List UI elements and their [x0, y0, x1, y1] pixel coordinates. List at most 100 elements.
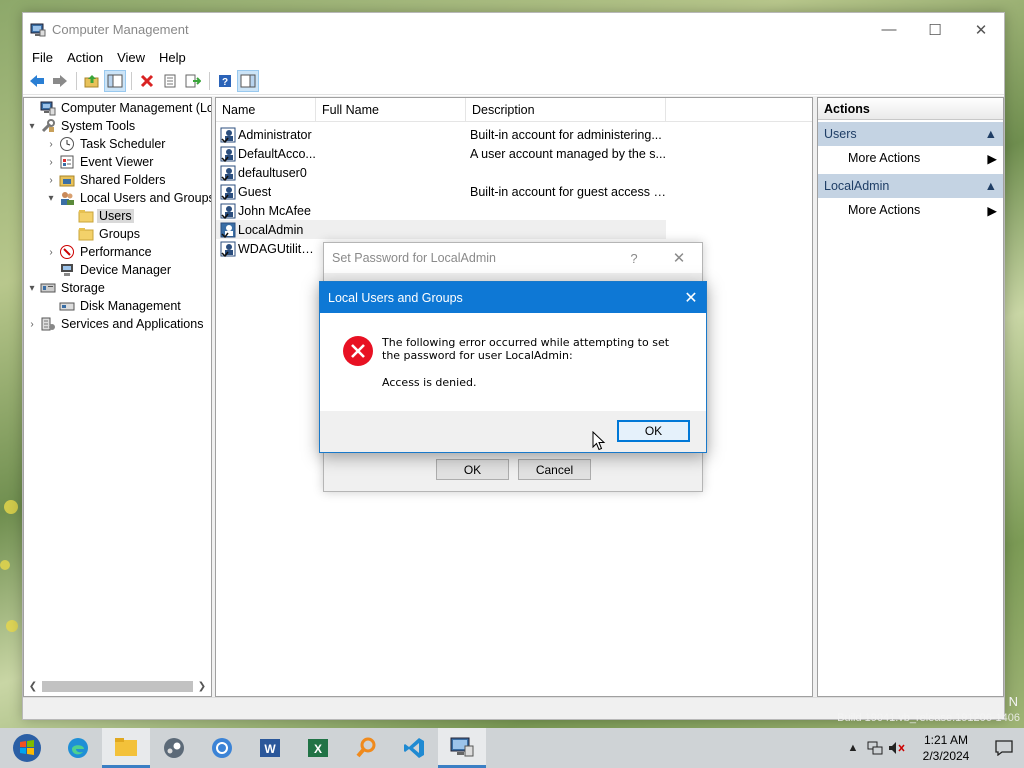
- close-button[interactable]: ✕: [958, 13, 1004, 46]
- column-header-description[interactable]: Description: [466, 98, 666, 121]
- maximize-button[interactable]: ☐: [912, 13, 958, 46]
- help-icon[interactable]: ?: [214, 70, 236, 92]
- tree-item[interactable]: › Event Viewer: [24, 153, 211, 171]
- delete-icon[interactable]: [136, 70, 158, 92]
- more-actions-users[interactable]: More Actions ▶: [818, 146, 1003, 170]
- close-icon[interactable]: ✕: [656, 249, 702, 267]
- taskbar-edge[interactable]: [54, 728, 102, 768]
- menu-view[interactable]: View: [110, 50, 152, 65]
- expand-toggle-icon[interactable]: ›: [43, 139, 59, 150]
- scroll-thumb[interactable]: [42, 681, 193, 692]
- properties-icon[interactable]: [159, 70, 181, 92]
- error-dialog-footer: OK: [320, 411, 706, 452]
- toolbar: ?: [23, 68, 1004, 95]
- chevron-up-icon[interactable]: ▲: [842, 728, 864, 768]
- help-button[interactable]: ?: [612, 251, 656, 266]
- notification-center-icon[interactable]: [984, 740, 1024, 756]
- tree-item[interactable]: Device Manager: [24, 261, 211, 279]
- show-action-pane-icon[interactable]: [237, 70, 259, 92]
- menu-help[interactable]: Help: [152, 50, 193, 65]
- user-row[interactable]: Administrator Built-in account for admin…: [216, 125, 812, 144]
- expand-toggle-icon[interactable]: ›: [24, 319, 40, 330]
- tree-item[interactable]: › Performance: [24, 243, 211, 261]
- user-account-icon: [220, 146, 236, 162]
- expand-toggle-icon[interactable]: ›: [43, 175, 59, 186]
- tree-item[interactable]: ▾ System Tools: [24, 117, 211, 135]
- actions-section-localadmin[interactable]: LocalAdmin ▲: [818, 174, 1003, 198]
- network-icon[interactable]: [864, 728, 886, 768]
- more-actions-localadmin[interactable]: More Actions ▶: [818, 198, 1003, 222]
- performance-icon: [59, 244, 75, 260]
- tree-item[interactable]: › Task Scheduler: [24, 135, 211, 153]
- clock-date: 2/3/2024: [922, 749, 970, 763]
- start-button[interactable]: [0, 728, 54, 768]
- tree-item[interactable]: Disk Management: [24, 297, 211, 315]
- tree-item[interactable]: › Services and Applications: [24, 315, 211, 333]
- tree-item[interactable]: Groups: [24, 225, 211, 243]
- expand-toggle-icon[interactable]: ▾: [43, 193, 59, 204]
- menu-file[interactable]: File: [25, 50, 60, 65]
- forward-icon[interactable]: [49, 70, 71, 92]
- taskbar-file-explorer[interactable]: [102, 728, 150, 768]
- taskbar-steam[interactable]: [150, 728, 198, 768]
- user-row[interactable]: John McAfee: [216, 201, 812, 220]
- user-row[interactable]: LocalAdmin: [216, 220, 666, 239]
- tree-horizontal-scrollbar[interactable]: ❮ ❯: [26, 679, 209, 694]
- word-icon: W: [260, 739, 280, 757]
- user-account-icon: [220, 241, 236, 257]
- tree-item-label: System Tools: [61, 119, 136, 133]
- user-row[interactable]: defaultuser0: [216, 163, 812, 182]
- error-dialog: Local Users and Groups ✕ The following e…: [319, 281, 707, 453]
- expand-toggle-icon[interactable]: ›: [43, 247, 59, 258]
- user-row[interactable]: Guest Built-in account for guest access …: [216, 182, 812, 201]
- back-icon[interactable]: [26, 70, 48, 92]
- tree-item[interactable]: Users: [24, 207, 211, 225]
- close-icon[interactable]: ✕: [676, 288, 706, 308]
- error-dialog-title-bar[interactable]: Local Users and Groups ✕: [320, 282, 706, 313]
- cell-name: Administrator: [216, 127, 316, 143]
- taskbar-vscode[interactable]: [390, 728, 438, 768]
- tree-item-label: Local Users and Groups: [80, 191, 212, 205]
- user-account-icon: [220, 184, 236, 200]
- menu-action[interactable]: Action: [60, 50, 110, 65]
- tree-item-label: Device Manager: [80, 263, 172, 277]
- cell-description: Built-in account for administering...: [470, 127, 662, 142]
- computer-management-icon: [40, 100, 56, 116]
- user-account-icon: [220, 222, 236, 238]
- taskbar-computer-management[interactable]: [438, 728, 486, 768]
- clock-icon: [59, 136, 75, 152]
- tree-item[interactable]: ▾ Local Users and Groups: [24, 189, 211, 207]
- clock[interactable]: 1:21 AM 2/3/2024: [908, 732, 984, 764]
- taskbar: W X ▲ 1:21 AM 2/3/2024: [0, 728, 1024, 768]
- tree-item[interactable]: ▾ Storage: [24, 279, 211, 297]
- set-password-title-bar[interactable]: Set Password for LocalAdmin ? ✕: [324, 243, 702, 273]
- export-list-icon[interactable]: [182, 70, 204, 92]
- scroll-left-icon[interactable]: ❮: [26, 681, 40, 692]
- set-password-ok-button[interactable]: OK: [436, 459, 509, 480]
- set-password-cancel-button[interactable]: Cancel: [518, 459, 591, 480]
- taskbar-excel[interactable]: X: [294, 728, 342, 768]
- tree-item[interactable]: Computer Management (Local: [24, 99, 211, 117]
- volume-muted-icon[interactable]: [886, 728, 908, 768]
- column-header-name[interactable]: Name: [216, 98, 316, 121]
- taskbar-chrome[interactable]: [198, 728, 246, 768]
- show-tree-icon[interactable]: [104, 70, 126, 92]
- expand-toggle-icon[interactable]: ›: [43, 157, 59, 168]
- taskbar-search-tool[interactable]: [342, 728, 390, 768]
- scroll-right-icon[interactable]: ❯: [195, 681, 209, 692]
- title-bar[interactable]: Computer Management — ☐ ✕: [23, 13, 1004, 46]
- up-folder-icon[interactable]: [81, 70, 103, 92]
- expand-toggle-icon[interactable]: ▾: [24, 283, 40, 294]
- actions-section-users[interactable]: Users ▲: [818, 122, 1003, 146]
- column-header-full-name[interactable]: Full Name: [316, 98, 466, 121]
- taskbar-word[interactable]: W: [246, 728, 294, 768]
- tree-item-label: Task Scheduler: [80, 137, 166, 151]
- error-ok-button[interactable]: OK: [617, 420, 690, 442]
- expand-toggle-icon[interactable]: ▾: [24, 121, 40, 132]
- user-row[interactable]: DefaultAcco... A user account managed by…: [216, 144, 812, 163]
- action-item-label: More Actions: [848, 151, 921, 165]
- tree-item[interactable]: › Shared Folders: [24, 171, 211, 189]
- submenu-arrow-icon: ▶: [987, 151, 997, 166]
- edge-icon: [68, 738, 88, 758]
- minimize-button[interactable]: —: [866, 13, 912, 46]
